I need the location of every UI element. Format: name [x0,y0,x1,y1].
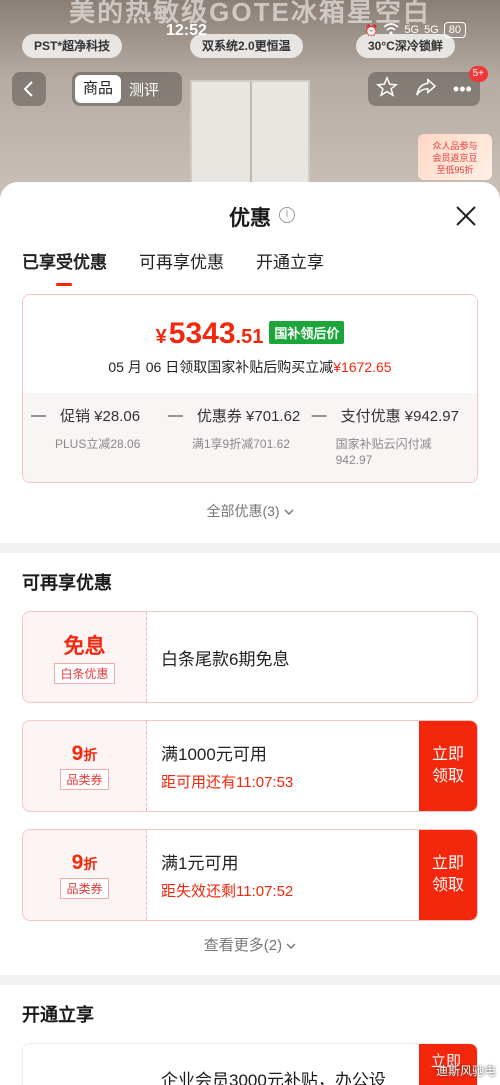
gov-subsidy-tag: 国补领后价 [269,321,345,344]
battery-icon: 80 [443,22,466,38]
claim-coupon-button[interactable]: 立即领取 [419,721,477,811]
tab-product[interactable]: 商品 [75,75,122,103]
info-icon[interactable]: i [279,207,295,223]
sheet-top: 优惠 i 已享受优惠 可再享优惠 开通立享 ¥ 5343 .51 国补领后价 0… [0,182,500,543]
sheet-header: 优惠 i [0,182,500,248]
tab-enjoyed[interactable]: 已享受优惠 [22,248,107,286]
more-discounts-section: 可再享优惠 免息 白条优惠 白条尾款6期免息 9折 品类券 满1000元可用 距… [0,553,500,975]
chevron-down-icon [284,509,293,515]
coupon-title: 满1元可用 [161,854,239,873]
share-icon[interactable] [415,77,437,102]
coupon-type-label: 品类券 [60,878,109,899]
status-time: 12:52 [166,22,207,39]
chevron-down-icon [286,943,296,949]
sheet-title: 优惠 [229,207,271,230]
tab-activate[interactable]: 开通立享 [256,248,324,280]
navbar-actions: ••• [368,72,480,106]
more-icon[interactable]: ••• [453,79,472,100]
tab-review[interactable]: 测评 [125,79,163,100]
message-badge: 5+ [468,66,488,82]
all-discounts-toggle[interactable]: 全部优惠(3) [0,483,500,535]
coupon-type-label: 白条优惠 [54,663,115,684]
price-summary: ¥ 5343 .51 国补领后价 05 月 06 日领取国家补贴后购买立减¥16… [23,295,477,393]
tab-more-available[interactable]: 可再享优惠 [139,248,224,280]
member-offer-card[interactable]: 企业会员3000元补贴，办公设 立即 [22,1043,478,1085]
watermark-text: 迪斯风驰电 [435,1064,496,1078]
price-description: 05 月 06 日领取国家补贴后购买立减¥1672.65 [108,359,392,375]
breakdown-item: — 优惠券 ¥701.62 满1享9折减701.62 [167,407,301,451]
member-offer-text: 企业会员3000元补贴，办公设 [161,1071,386,1085]
coupon-card: 9折 品类券 满1000元可用 距可用还有11:07:53 立即领取 [22,720,478,812]
breakdown-item: — 支付优惠 ¥942.97 国家补贴云闪付减 942.97 [311,407,459,467]
product-tabs: 商品 测评 [72,72,182,106]
coupon-countdown: 距失效还剩11:07:52 [161,883,294,900]
status-bar: 12:52 ⏰ 5G 5G 80 [0,22,500,46]
claim-coupon-button[interactable]: 立即领取 [419,830,477,920]
coupon-title: 满1000元可用 [161,745,267,764]
signal-icon: 5G [404,24,420,36]
signal-icon: 5G [424,24,439,36]
alarm-icon: ⏰ [364,24,379,37]
coupon-card: 9折 品类券 满1元可用 距失效还剩11:07:52 立即领取 [22,829,478,921]
activate-section: 开通立享 企业会员3000元补贴，办公设 立即 [0,985,500,1085]
back-button[interactable] [12,72,46,106]
section-title: 可再享优惠 [22,573,112,593]
price-card: ¥ 5343 .51 国补领后价 05 月 06 日领取国家补贴后购买立减¥16… [22,294,478,483]
chevron-left-icon [23,81,33,97]
close-icon[interactable] [454,204,478,228]
section-title: 开通立享 [22,1005,94,1025]
promo-sticker[interactable]: 众人品参与 会员返京豆 至低95折 [418,134,492,180]
discount-sheet: 优惠 i 已享受优惠 可再享优惠 开通立享 ¥ 5343 .51 国补领后价 0… [0,182,500,1085]
star-icon[interactable] [376,75,399,103]
wifi-icon [383,22,399,38]
discount-tabs: 已享受优惠 可再享优惠 开通立享 [0,248,500,286]
coupon-card[interactable]: 免息 白条优惠 白条尾款6期免息 [22,611,478,703]
coupon-countdown: 距可用还有11:07:53 [161,774,294,791]
product-navbar: 商品 测评 ••• 5+ [0,66,500,106]
breakdown-item: — 促销 ¥28.06 PLUS立减28.06 [31,407,141,451]
coupon-title: 白条尾款6期免息 [161,649,290,669]
price-breakdown: — 促销 ¥28.06 PLUS立减28.06 — 优惠券 ¥701.62 满1享9… [23,393,477,482]
coupon-type-label: 品类券 [60,769,109,790]
final-price: ¥ 5343 .51 国补领后价 [23,317,477,351]
see-more-toggle[interactable]: 查看更多(2) [22,934,478,963]
